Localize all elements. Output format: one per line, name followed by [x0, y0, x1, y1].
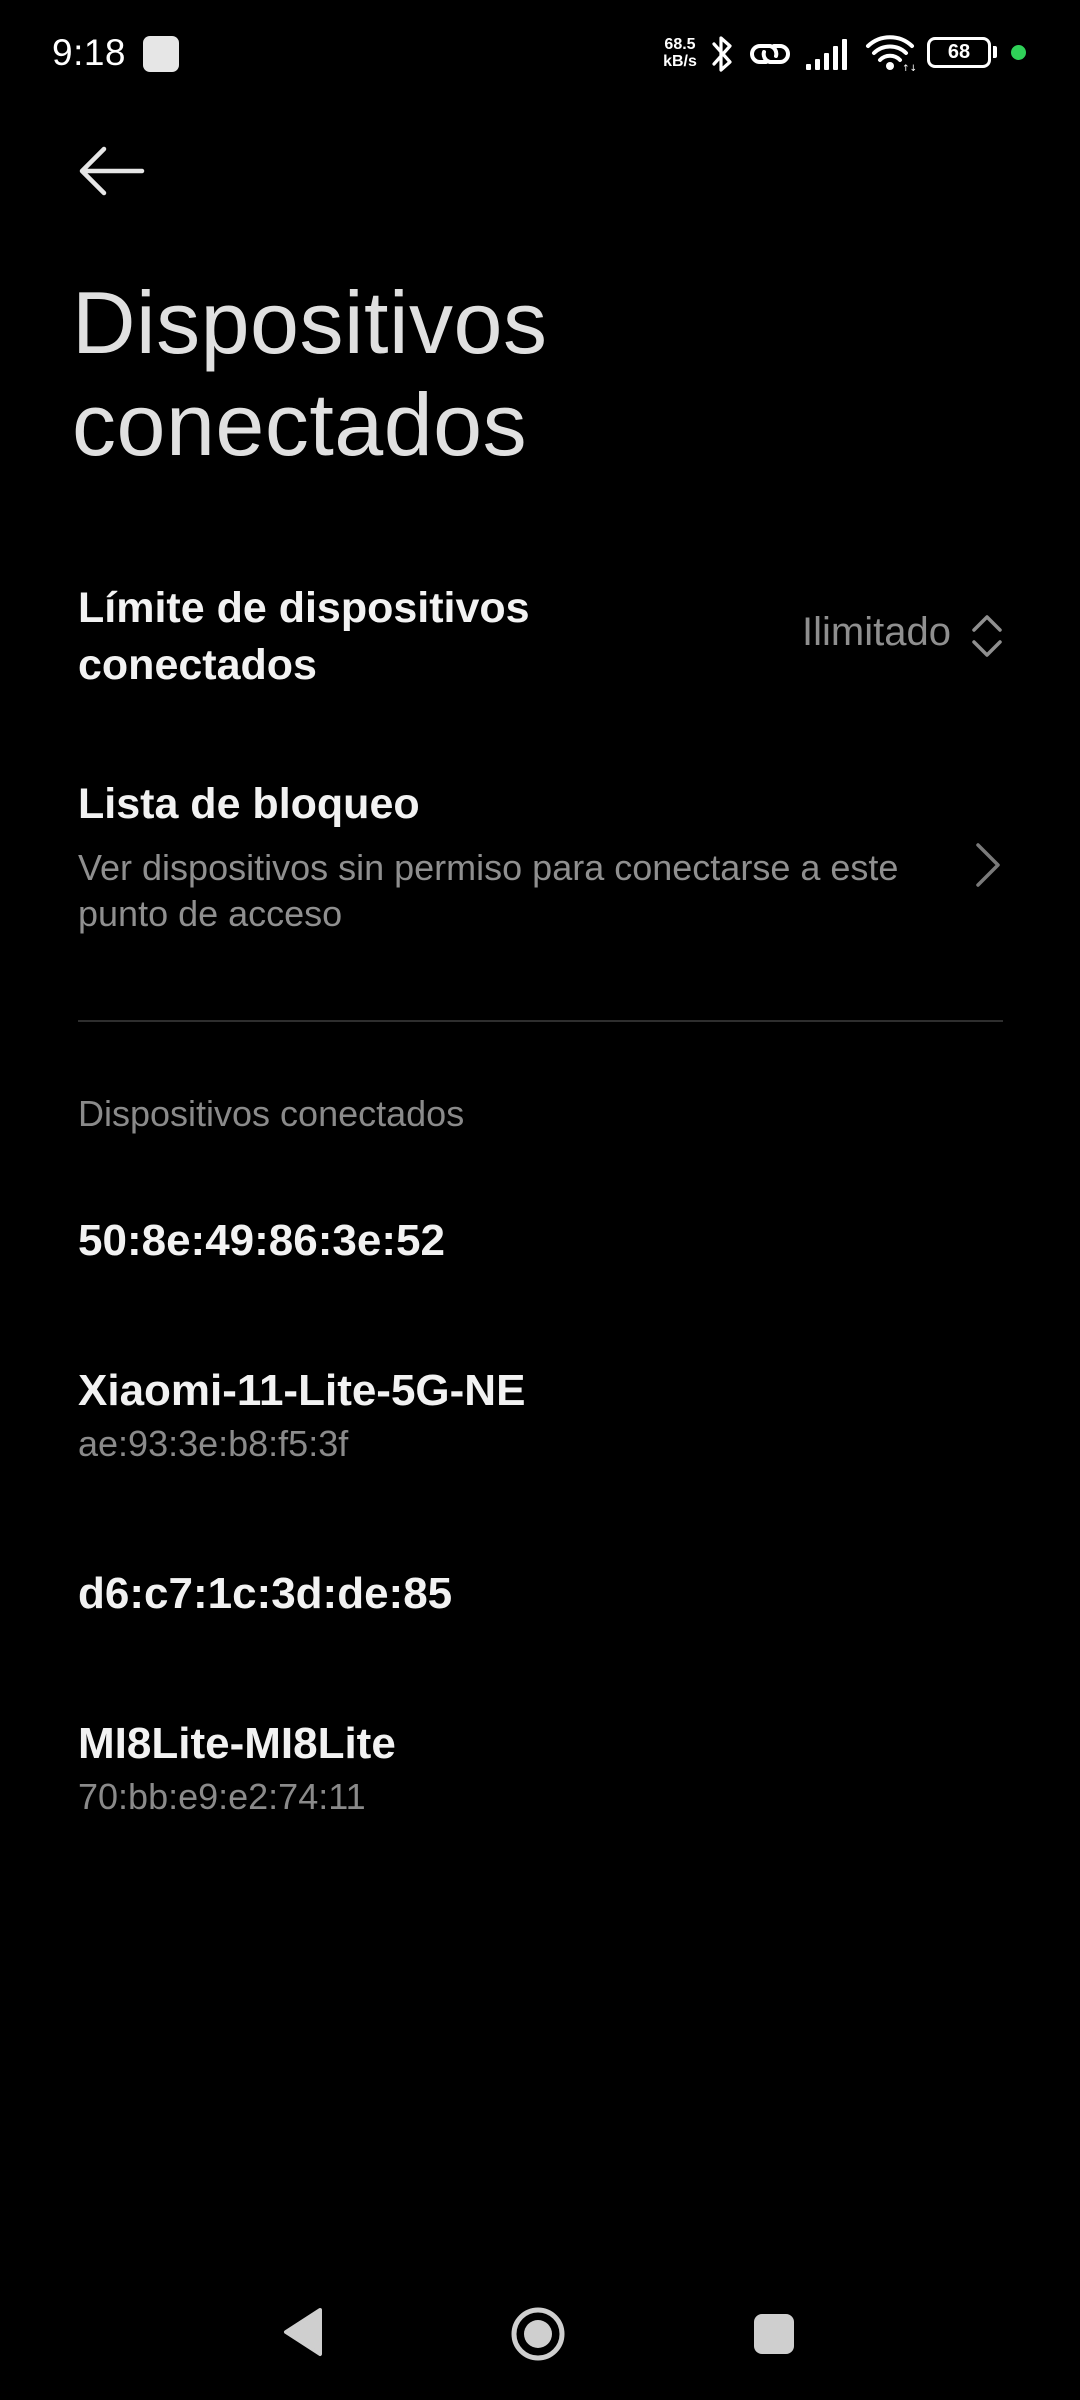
device-limit-label-line2: conectados	[78, 641, 317, 689]
page-title-line2: conectados	[72, 375, 528, 474]
divider	[78, 1020, 1003, 1022]
block-list-setting[interactable]: Lista de bloqueo Ver dispositivos sin pe…	[0, 775, 1080, 945]
device-item[interactable]: d6:c7:1c:3d:de:85	[78, 1565, 998, 1623]
device-limit-label: Límite de dispositivos conectados	[78, 580, 638, 694]
page-title-line1: Dispositivos	[72, 273, 548, 372]
device-item[interactable]: MI8Lite-MI8Lite 70:bb:e9:e2:74:11	[78, 1715, 998, 1821]
block-list-subtitle: Ver dispositivos sin permiso para conect…	[78, 847, 899, 934]
nav-back-icon[interactable]	[280, 2306, 326, 2358]
device-item[interactable]: Xiaomi-11-Lite-5G-NE ae:93:3e:b8:f5:3f	[78, 1362, 998, 1468]
back-button[interactable]	[68, 130, 150, 212]
wifi-icon: ↑↓	[864, 32, 916, 72]
bluetooth-icon	[708, 34, 736, 74]
chevron-right-icon	[970, 835, 1006, 895]
block-list-title: Lista de bloqueo	[78, 780, 420, 828]
nav-recents-icon[interactable]	[754, 2314, 794, 2354]
device-name: Xiaomi-11-Lite-5G-NE	[78, 1366, 526, 1415]
back-arrow-icon	[79, 146, 145, 196]
notification-square-icon	[143, 36, 179, 72]
device-item[interactable]: 50:8e:49:86:3e:52	[78, 1212, 998, 1270]
device-mac: 70:bb:e9:e2:74:11	[78, 1776, 366, 1817]
battery-icon: 68	[927, 37, 991, 68]
device-limit-setting[interactable]: Límite de dispositivos conectados Ilimit…	[0, 570, 1080, 710]
device-limit-value: Ilimitado	[802, 610, 951, 654]
device-name: MI8Lite-MI8Lite	[78, 1719, 396, 1768]
battery-tip	[993, 46, 997, 58]
device-name: 50:8e:49:86:3e:52	[78, 1216, 445, 1265]
svg-text:↑↓: ↑↓	[902, 64, 916, 72]
nav-home-icon[interactable]	[510, 2306, 566, 2362]
cellular-signal-icon	[804, 36, 852, 72]
privacy-dot-icon	[1011, 45, 1026, 60]
status-bar: 9:18 68.5 kB/s ↑↓ 68	[0, 0, 1080, 110]
up-down-chevron-icon	[968, 610, 1006, 662]
device-limit-label-line1: Límite de dispositivos	[78, 584, 530, 632]
network-speed-unit: kB/s	[663, 53, 697, 70]
hotspot-link-icon	[748, 36, 792, 72]
device-mac: ae:93:3e:b8:f5:3f	[78, 1423, 349, 1464]
network-speed: 68.5 kB/s	[655, 36, 705, 70]
device-name: d6:c7:1c:3d:de:85	[78, 1569, 453, 1618]
network-speed-value: 68.5	[664, 36, 696, 53]
status-clock: 9:18	[52, 32, 127, 73]
connected-devices-header: Dispositivos conectados	[78, 1093, 465, 1134]
page-title: Dispositivos conectados	[72, 272, 972, 476]
